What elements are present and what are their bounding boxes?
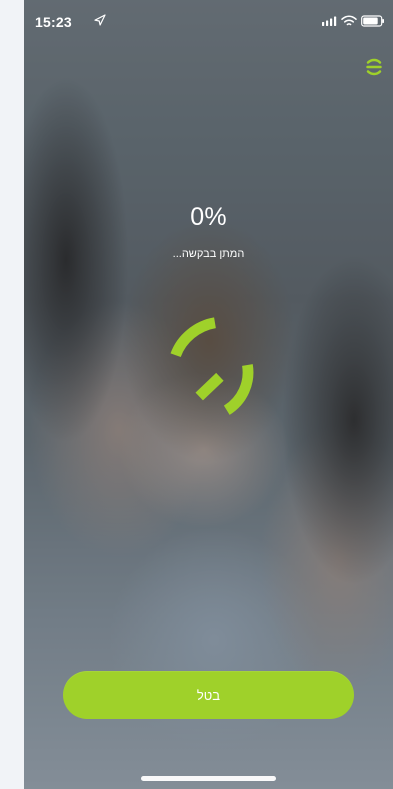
cellular-signal-icon	[322, 16, 337, 26]
menu-icon[interactable]	[363, 56, 385, 78]
wait-message: המתן בבקשה...	[172, 248, 245, 260]
location-arrow-icon	[94, 14, 106, 26]
home-indicator	[141, 776, 276, 781]
cancel-button[interactable]: בטל	[63, 671, 354, 719]
status-time: 15:23	[35, 14, 72, 30]
loading-spinner-icon	[170, 317, 254, 415]
battery-icon	[361, 15, 384, 27]
progress-percent: 0%	[190, 203, 227, 231]
wifi-icon	[341, 15, 357, 26]
phone-screen: 15:23 0% המתן בבקשה... בטל	[24, 0, 393, 789]
page: 15:23 0% המתן בבקשה... בטל	[0, 0, 393, 789]
progress-block: 0% המתן בבקשה...	[24, 203, 393, 261]
status-bar: 15:23	[24, 0, 393, 44]
